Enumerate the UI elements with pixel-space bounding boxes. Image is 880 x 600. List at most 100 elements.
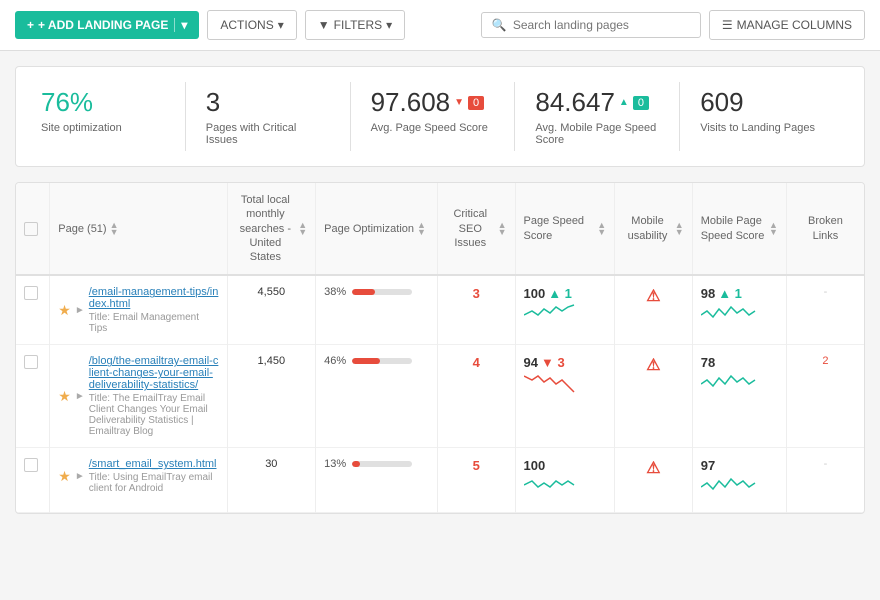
mobile-speed-cell: 97 [692,448,786,513]
filters-dropdown-icon: ▾ [386,18,392,32]
speed-score-cell: 100 [515,448,615,513]
mobile-usability-cell: ⚠ [615,345,693,448]
sort-searches[interactable]: Total local monthly searches - United St… [236,193,308,264]
add-dropdown-arrow[interactable]: ▾ [174,18,187,32]
speed-score-cell: 94 ▼ 3 [515,345,615,448]
manage-columns-button[interactable]: ☰ MANAGE COLUMNS [709,10,865,40]
progress-bar [352,461,412,467]
avg-speed-label: Avg. Page Speed Score [371,122,495,134]
add-landing-page-button[interactable]: + + ADD LANDING PAGE ▾ [15,11,199,39]
page-url-link[interactable]: /blog/the-emailtray-email-client-changes… [89,355,219,391]
mobile-speed-cell: 78 [692,345,786,448]
progress-wrap: 38% [324,286,429,298]
page-url-link[interactable]: /email-management-tips/index.html [89,286,219,310]
search-input[interactable] [513,18,690,32]
sort-mobile-speed[interactable]: Mobile Page Speed Score ▲▼ [701,214,778,243]
sort-icon-seo: ▲▼ [498,222,507,236]
page-cell: ★ ► /smart_email_system.html Title: Usin… [58,458,218,494]
progress-bar [352,358,412,364]
sort-icon-mobile-speed: ▲▼ [769,222,778,236]
mobile-speed-sparkline [701,370,778,399]
select-all-checkbox[interactable] [24,222,38,236]
avg-mobile-badge: 0 [633,96,649,110]
stat-avg-mobile: 84.647 ▲ 0 Avg. Mobile Page Speed Score [515,82,680,151]
speed-score-num: 94 ▼ 3 [524,355,607,370]
speed-sparkline [524,370,607,399]
seo-issue-count: 5 [473,458,480,473]
toolbar: + + ADD LANDING PAGE ▾ ACTIONS ▾ ▼ FILTE… [0,0,880,51]
expand-icon[interactable]: ► [75,305,85,316]
avg-mobile-label: Avg. Mobile Page Speed Score [535,122,659,146]
star-icon[interactable]: ★ [58,302,71,319]
visits-value: 609 [700,87,824,118]
progress-wrap: 13% [324,458,429,470]
star-icon[interactable]: ★ [58,388,71,405]
th-page: Page (51) ▲▼ [50,183,227,275]
actions-button[interactable]: ACTIONS ▾ [207,10,296,40]
sort-seo[interactable]: Critical SEO Issues ▲▼ [446,207,507,250]
visits-label: Visits to Landing Pages [700,122,824,134]
filters-button[interactable]: ▼ FILTERS ▾ [305,10,405,40]
sort-optimization[interactable]: Page Optimization ▲▼ [324,222,426,236]
plus-icon: + [27,18,34,32]
search-icon: 🔍 [492,18,507,32]
mobile-speed-sparkline [701,301,778,330]
sort-page[interactable]: Page (51) ▲▼ [58,222,118,236]
sort-icon-mobile-usability: ▲▼ [675,222,684,236]
seo-issue-count: 3 [473,286,480,301]
th-check [16,183,50,275]
page-cell: ★ ► /blog/the-emailtray-email-client-cha… [58,355,218,437]
speed-trend-down-icon: ▼ 3 [541,355,565,370]
broken-links-cell: 2 [786,345,864,448]
avg-speed-arrow: ▼ [454,97,464,108]
progress-bar [352,289,412,295]
critical-issues-value: 3 [206,87,330,118]
mobile-speed-score-num: 78 [701,355,778,370]
expand-icon[interactable]: ► [75,391,85,402]
alert-icon: ⚠ [646,288,660,305]
th-searches: Total local monthly searches - United St… [227,183,316,275]
mobile-speed-sparkline [701,473,778,502]
th-speed: Page Speed Score ▲▼ [515,183,615,275]
progress-wrap: 46% [324,355,429,367]
page-url-link[interactable]: /smart_email_system.html [89,458,217,470]
sort-speed[interactable]: Page Speed Score ▲▼ [524,214,607,243]
site-optimization-label: Site optimization [41,122,165,134]
progress-fill [352,289,375,295]
speed-trend-up-icon: ▲ 1 [548,286,572,301]
row-checkbox[interactable] [24,458,38,472]
landing-pages-table: Page (51) ▲▼ Total local monthly searche… [15,182,865,514]
row-checkbox[interactable] [24,355,38,369]
searches-cell: 30 [227,448,316,513]
mobile-usability-cell: ⚠ [615,448,693,513]
table-header-row: Page (51) ▲▼ Total local monthly searche… [16,183,864,275]
filter-icon: ▼ [318,18,330,32]
th-optimization: Page Optimization ▲▼ [316,183,438,275]
columns-label: MANAGE COLUMNS [737,18,852,32]
table-body: ★ ► /email-management-tips/index.html Ti… [16,275,864,513]
page-title: Title: Email Management Tips [89,312,219,334]
optimization-cell: 13% [316,448,438,513]
sort-icon-page: ▲▼ [110,222,119,236]
sort-mobile-usability[interactable]: Mobile usability ▲▼ [623,214,684,243]
progress-fill [352,461,360,467]
seo-issues-cell: 3 [437,275,515,345]
row-checkbox[interactable] [24,286,38,300]
columns-icon: ☰ [722,18,733,32]
expand-icon[interactable]: ► [75,471,85,482]
table-row: ★ ► /smart_email_system.html Title: Usin… [16,448,864,513]
avg-mobile-arrow: ▲ [619,97,629,108]
mobile-speed-cell: 98 ▲ 1 [692,275,786,345]
seo-issue-count: 4 [473,355,480,370]
speed-score-cell: 100 ▲ 1 [515,275,615,345]
stat-avg-speed: 97.608 ▼ 0 Avg. Page Speed Score [351,82,516,151]
optimization-pct: 46% [324,355,346,367]
seo-issues-cell: 5 [437,448,515,513]
mobile-speed-trend-icon: ▲ 1 [718,286,742,301]
broken-links-cell: - [786,275,864,345]
stat-site-optimization: 76% Site optimization [36,82,186,151]
star-icon[interactable]: ★ [58,468,71,485]
speed-sparkline [524,473,607,502]
actions-dropdown-icon: ▾ [278,18,284,32]
filters-label: FILTERS [334,18,382,32]
